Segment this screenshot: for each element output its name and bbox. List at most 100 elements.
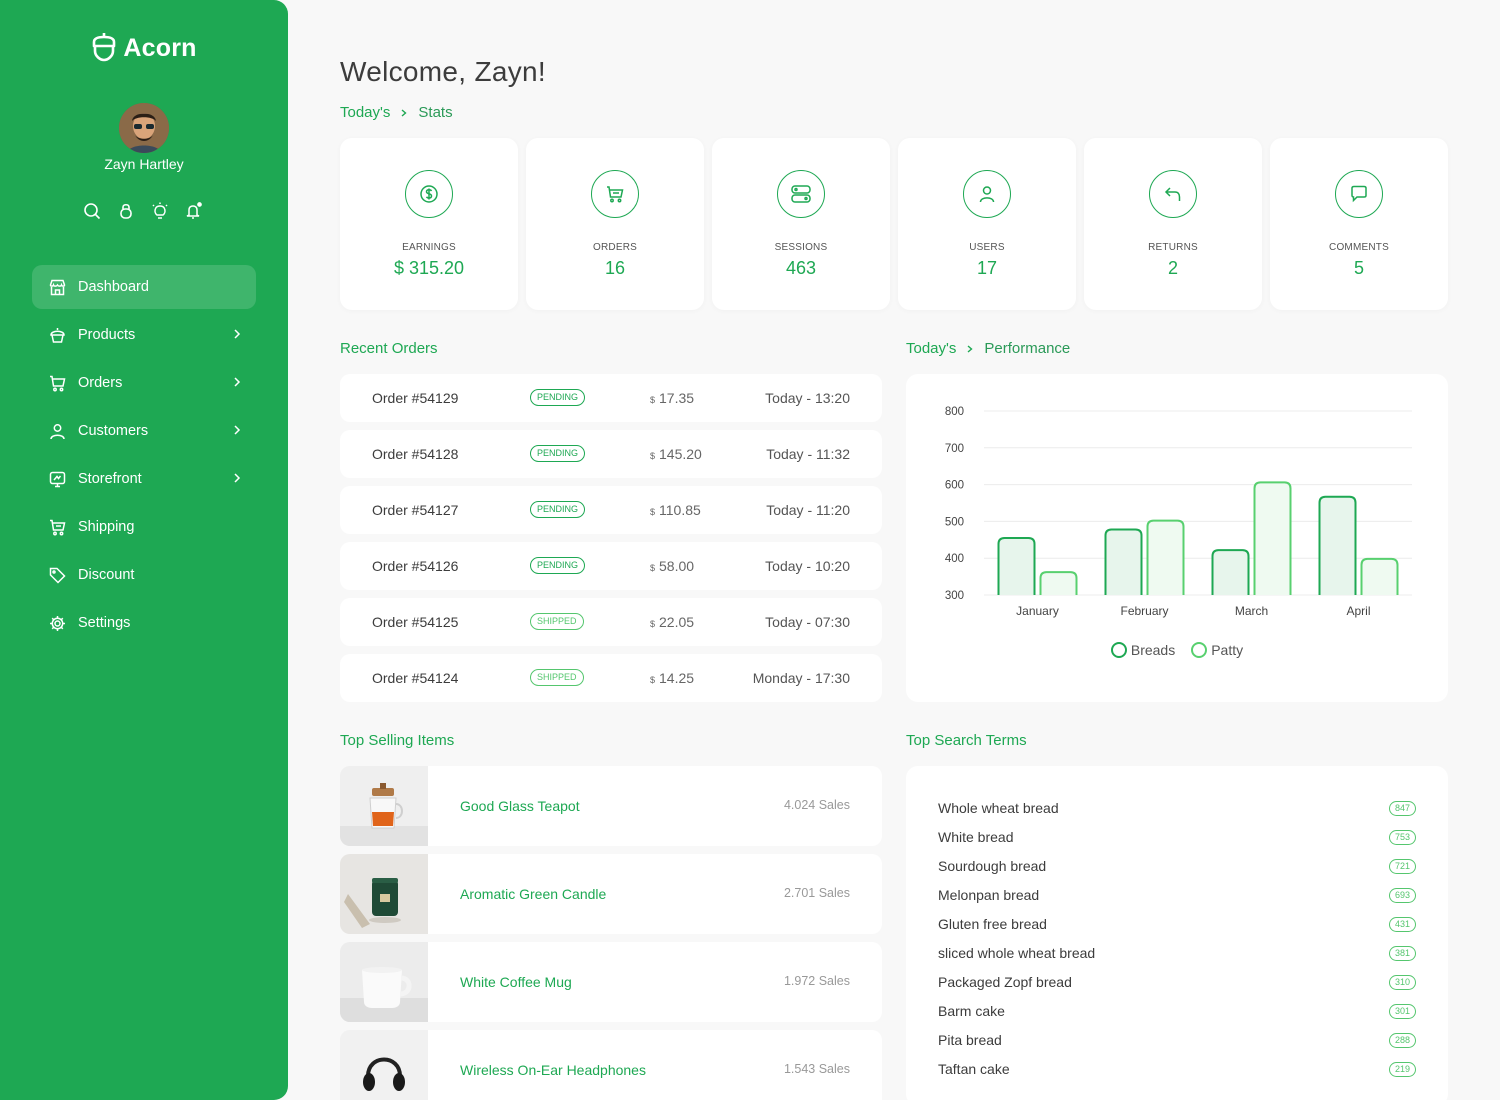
list-item[interactable]: Aromatic Green Candle 2.701 Sales	[340, 854, 882, 934]
product-name[interactable]: White Coffee Mug	[460, 974, 572, 990]
sidebar-item-settings[interactable]: Settings	[32, 601, 256, 645]
stat-card-orders[interactable]: ORDERS 16	[526, 138, 704, 310]
x-tick-label: January	[1016, 604, 1059, 618]
cupcake-icon	[48, 326, 66, 344]
breadcrumb-item[interactable]: Today's	[906, 340, 956, 357]
chart-legend: Breads Patty	[906, 642, 1448, 658]
breadcrumb-item[interactable]: Today's	[340, 104, 390, 121]
search-term[interactable]: White bread	[938, 829, 1013, 845]
list-item[interactable]: White Coffee Mug 1.972 Sales	[340, 942, 882, 1022]
sidebar: Acorn Zayn Hartley Dashboard Products Or…	[0, 0, 288, 1100]
order-time: Today - 10:20	[765, 558, 850, 574]
table-row[interactable]: Order #54125 SHIPPED $22.05 Today - 07:3…	[340, 598, 882, 646]
legend-swatch	[1191, 642, 1208, 658]
avatar[interactable]	[119, 103, 169, 153]
stat-card-returns[interactable]: RETURNS 2	[1084, 138, 1262, 310]
list-item[interactable]: Barm cake 301	[938, 1003, 1416, 1023]
order-id[interactable]: Order #54124	[372, 670, 458, 686]
legend-item-patty[interactable]: Patty	[1191, 642, 1243, 658]
list-item[interactable]: White bread 753	[938, 829, 1416, 849]
x-tick-label: February	[1120, 604, 1168, 618]
stat-card-earnings[interactable]: EARNINGS $ 315.20	[340, 138, 518, 310]
product-name[interactable]: Aromatic Green Candle	[460, 886, 606, 902]
search-term[interactable]: Sourdough bread	[938, 858, 1046, 874]
order-id[interactable]: Order #54129	[372, 390, 458, 406]
list-item[interactable]: Whole wheat bread 847	[938, 800, 1416, 820]
search-term[interactable]: Barm cake	[938, 1003, 1005, 1019]
order-amount: $14.25	[650, 670, 694, 686]
order-id[interactable]: Order #54125	[372, 614, 458, 630]
search-term[interactable]: sliced whole wheat bread	[938, 945, 1095, 961]
section-title-top-selling: Top Selling Items	[340, 732, 454, 749]
table-row[interactable]: Order #54126 PENDING $58.00 Today - 10:2…	[340, 542, 882, 590]
sidebar-item-discount[interactable]: Discount	[32, 553, 256, 597]
brand-logo[interactable]: Acorn	[0, 30, 288, 67]
order-id[interactable]: Order #54128	[372, 446, 458, 462]
list-item[interactable]: Packaged Zopf bread 310	[938, 974, 1416, 994]
y-tick-label: 800	[945, 406, 964, 418]
list-item[interactable]: Sourdough bread 721	[938, 858, 1416, 878]
lock-icon[interactable]	[116, 200, 136, 222]
count-badge: 753	[1388, 830, 1416, 845]
sidebar-item-shipping[interactable]: Shipping	[32, 505, 256, 549]
chart-bar-breads	[1104, 528, 1143, 595]
search-term[interactable]: Gluten free bread	[938, 916, 1047, 932]
legend-label: Patty	[1211, 642, 1244, 658]
user-icon	[963, 170, 1011, 218]
bell-icon[interactable]	[184, 200, 204, 222]
product-thumbnail-candle[interactable]	[340, 854, 428, 934]
sidebar-item-dashboard[interactable]: Dashboard	[32, 265, 256, 309]
order-id[interactable]: Order #54127	[372, 502, 458, 518]
list-item[interactable]: Gluten free bread 431	[938, 916, 1416, 936]
product-name[interactable]: Good Glass Teapot	[460, 798, 580, 814]
table-row[interactable]: Order #54128 PENDING $145.20 Today - 11:…	[340, 430, 882, 478]
order-id[interactable]: Order #54126	[372, 558, 458, 574]
sidebar-item-storefront[interactable]: Storefront	[32, 457, 256, 501]
table-row[interactable]: Order #54129 PENDING $17.35 Today - 13:2…	[340, 374, 882, 422]
search-icon[interactable]	[82, 200, 102, 222]
breadcrumb-item[interactable]: Stats	[418, 104, 452, 121]
status-badge: PENDING	[530, 445, 586, 462]
table-row[interactable]: Order #54124 SHIPPED $14.25 Monday - 17:…	[340, 654, 882, 702]
search-term[interactable]: Pita bread	[938, 1032, 1002, 1048]
stat-card-users[interactable]: USERS 17	[898, 138, 1076, 310]
product-name[interactable]: Wireless On-Ear Headphones	[460, 1062, 646, 1078]
product-thumbnail-mug[interactable]	[340, 942, 428, 1022]
count-badge: 693	[1388, 888, 1416, 903]
chart-bar-breads	[1318, 495, 1357, 595]
chart-bar-breads	[997, 536, 1036, 595]
product-thumbnail-teapot[interactable]	[340, 766, 428, 846]
legend-swatch	[1110, 642, 1127, 658]
stat-card-sessions[interactable]: SESSIONS 463	[712, 138, 890, 310]
list-item[interactable]: Melonpan bread 693	[938, 887, 1416, 907]
list-item[interactable]: Taftan cake 219	[938, 1061, 1416, 1081]
chart-bar-patty	[1253, 481, 1292, 595]
chevron-right-icon	[967, 344, 973, 353]
sidebar-item-orders[interactable]: Orders	[32, 361, 256, 405]
sales-count: 4.024 Sales	[783, 798, 850, 812]
list-item[interactable]: Good Glass Teapot 4.024 Sales	[340, 766, 882, 846]
search-term[interactable]: Melonpan bread	[938, 887, 1039, 903]
sidebar-nav: Dashboard Products Orders Customers Stor…	[32, 265, 256, 649]
sidebar-item-products[interactable]: Products	[32, 313, 256, 357]
search-term[interactable]: Taftan cake	[938, 1061, 1010, 1077]
list-item[interactable]: sliced whole wheat bread 381	[938, 945, 1416, 965]
chart-bar-patty	[1039, 571, 1078, 595]
product-thumbnail-headphones[interactable]	[340, 1030, 428, 1100]
search-term[interactable]: Packaged Zopf bread	[938, 974, 1072, 990]
server-icon	[777, 170, 825, 218]
stat-card-comments[interactable]: COMMENTS 5	[1270, 138, 1448, 310]
shop-icon	[48, 278, 66, 296]
list-item[interactable]: Wireless On-Ear Headphones 1.543 Sales	[340, 1030, 882, 1100]
search-term[interactable]: Whole wheat bread	[938, 800, 1059, 816]
breadcrumb-item[interactable]: Performance	[984, 340, 1070, 357]
count-badge: 381	[1388, 946, 1416, 961]
list-item[interactable]: Pita bread 288	[938, 1032, 1416, 1052]
acorn-icon	[91, 30, 117, 67]
legend-item-breads[interactable]: Breads	[1110, 642, 1175, 658]
sidebar-item-customers[interactable]: Customers	[32, 409, 256, 453]
chevron-right-icon	[234, 473, 241, 483]
stat-label: RETURNS	[1148, 242, 1198, 253]
table-row[interactable]: Order #54127 PENDING $110.85 Today - 11:…	[340, 486, 882, 534]
lightbulb-icon[interactable]	[150, 200, 170, 222]
